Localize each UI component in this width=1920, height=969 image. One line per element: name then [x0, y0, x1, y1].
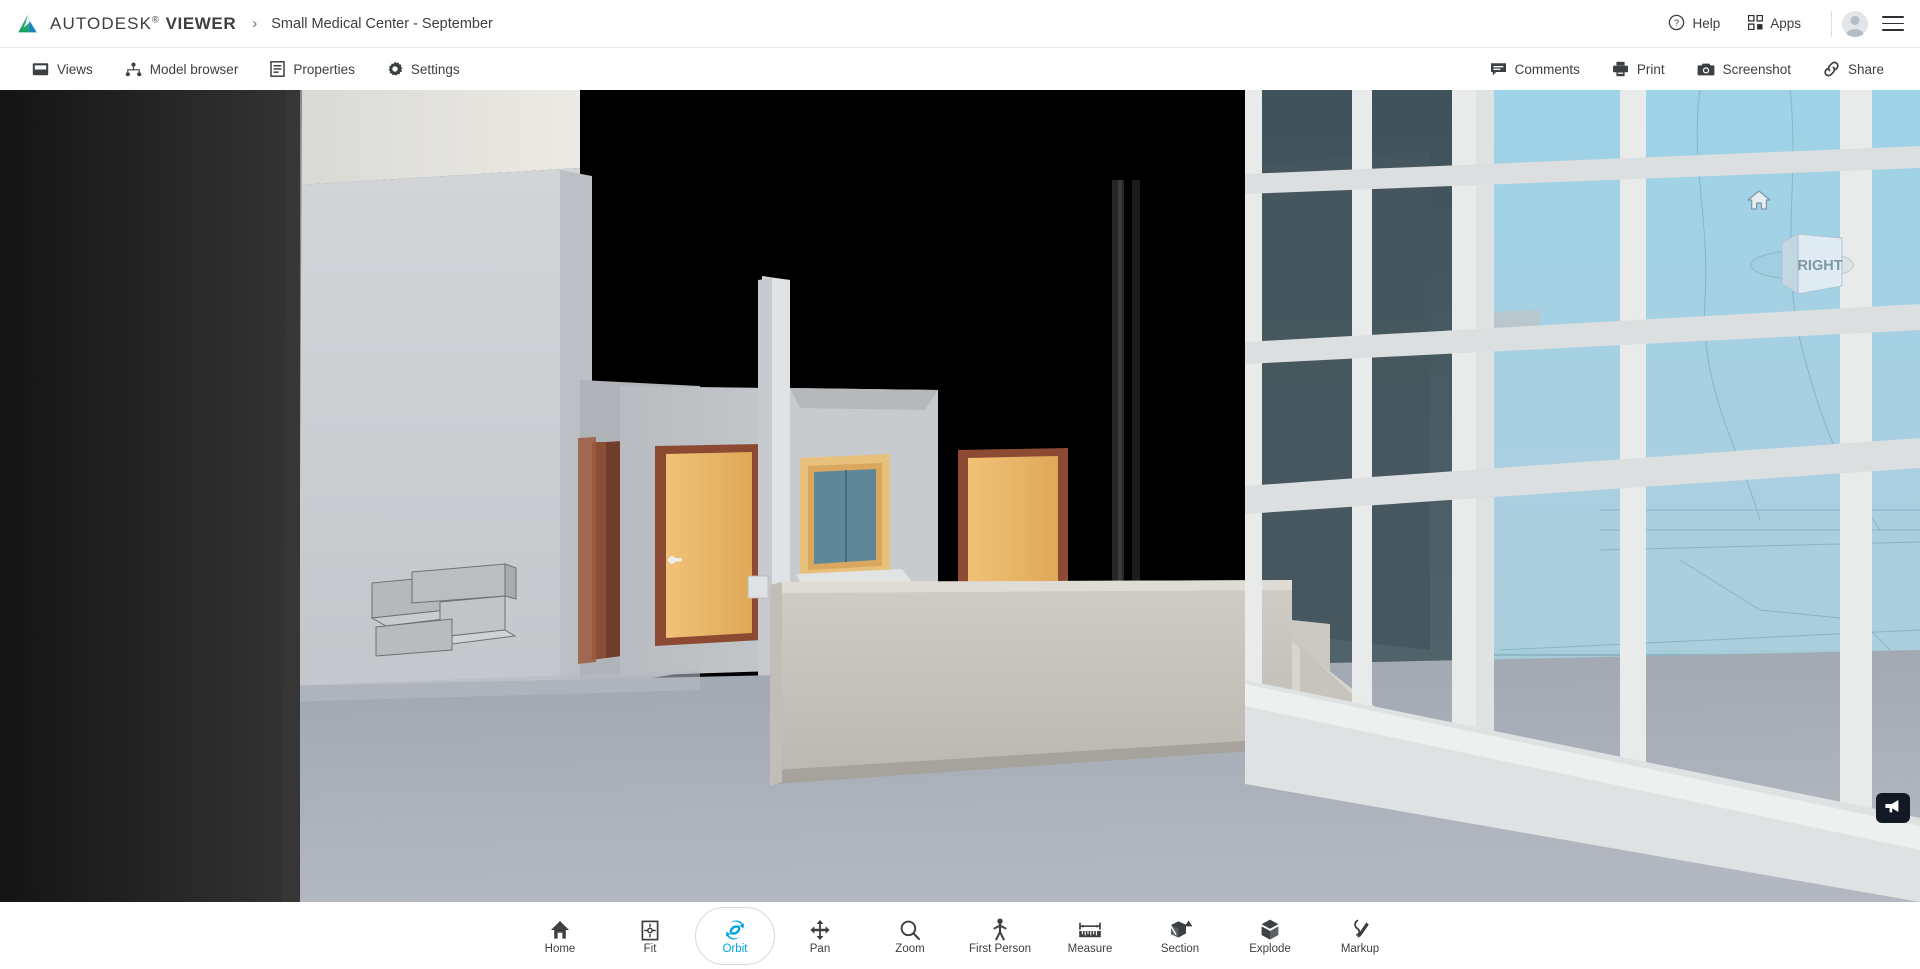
model-viewport-canvas[interactable]: RIGHT	[0, 90, 1920, 902]
tool-fit[interactable]: Fit	[605, 907, 695, 965]
toolbar-item-print[interactable]: Print	[1596, 48, 1681, 90]
toolbar-label-views: Views	[57, 61, 93, 77]
brand-viewer: VIEWER	[165, 13, 237, 33]
viewcube-right-face[interactable]: RIGHT	[1772, 228, 1848, 305]
breadcrumb-chevron-icon: ›	[252, 15, 258, 32]
fit-to-view-icon	[640, 915, 660, 941]
view-cube-widget[interactable]: RIGHT	[1736, 190, 1856, 318]
toolbar-label-screenshot: Screenshot	[1722, 61, 1791, 77]
pencil-markup-icon	[1349, 915, 1371, 941]
magnifier-icon	[899, 915, 921, 941]
tool-orbit[interactable]: Orbit	[695, 906, 775, 965]
apps-button[interactable]: Apps	[1734, 0, 1815, 47]
brand-title: AUTODESK® VIEWER	[50, 14, 236, 34]
tool-label-orbit: Orbit	[722, 943, 748, 956]
tool-label-markup: Markup	[1340, 943, 1380, 956]
toolbar-label-print: Print	[1636, 61, 1665, 77]
megaphone-icon	[1884, 798, 1903, 819]
autodesk-logo-icon[interactable]	[14, 11, 40, 37]
tool-pan[interactable]: Pan	[775, 907, 865, 965]
tool-label-home: Home	[544, 943, 576, 956]
tool-first-person[interactable]: First Person	[955, 907, 1045, 965]
comment-bubble-icon	[1490, 62, 1507, 77]
toolbar-label-share: Share	[1847, 61, 1884, 77]
top-header: AUTODESK® VIEWER › Small Medical Center …	[0, 0, 1920, 48]
tool-label-section: Section	[1160, 943, 1200, 956]
toolbar-label-properties: Properties	[293, 61, 355, 77]
header-left: AUTODESK® VIEWER › Small Medical Center …	[0, 11, 493, 37]
explode-cube-icon	[1259, 915, 1281, 941]
user-avatar-icon[interactable]	[1842, 10, 1868, 37]
toolbar-label-settings: Settings	[410, 61, 460, 77]
ruler-icon	[1077, 915, 1103, 941]
help-label: Help	[1692, 16, 1721, 31]
main-toolbar-left: Views Model browser Properties Settings	[0, 48, 476, 90]
tool-zoom[interactable]: Zoom	[865, 907, 955, 965]
tool-label-zoom: Zoom	[895, 943, 925, 956]
orbit-icon	[724, 915, 746, 941]
model-render	[0, 90, 1920, 902]
brand-autodesk: AUTODESK	[50, 13, 153, 33]
toolbar-item-comments[interactable]: Comments	[1474, 48, 1596, 90]
tool-home[interactable]: Home	[515, 907, 605, 965]
brand-registered-mark: ®	[152, 13, 160, 24]
navigation-toolbar: Home Fit Orbit Pan Zoom First Person Mea…	[0, 902, 1920, 969]
toolbar-item-settings[interactable]: Settings	[371, 48, 476, 90]
model-tree-icon	[125, 62, 142, 77]
autodesk-viewer-app: AUTODESK® VIEWER › Small Medical Center …	[0, 0, 1920, 969]
apps-label: Apps	[1770, 16, 1801, 31]
navigation-tools-group: Home Fit Orbit Pan Zoom First Person Mea…	[515, 906, 1405, 965]
section-cube-icon	[1166, 915, 1194, 941]
toolbar-item-model-browser[interactable]: Model browser	[109, 48, 255, 90]
views-panel-icon	[32, 62, 49, 77]
header-right: ? Help Apps	[1654, 0, 1920, 47]
toolbar-label-model-browser: Model browser	[149, 61, 239, 77]
viewcube-home-icon[interactable]	[1746, 188, 1772, 217]
question-circle-icon: ?	[1668, 14, 1685, 34]
tool-section[interactable]: Section	[1135, 907, 1225, 965]
camera-icon	[1697, 62, 1715, 77]
pan-arrows-icon	[809, 915, 831, 941]
tool-label-pan: Pan	[809, 943, 831, 956]
properties-list-icon	[270, 61, 286, 77]
tool-measure[interactable]: Measure	[1045, 907, 1135, 965]
toolbar-item-properties[interactable]: Properties	[254, 48, 371, 90]
link-chain-icon	[1823, 61, 1840, 77]
tool-markup[interactable]: Markup	[1315, 907, 1405, 965]
viewcube-face-label: RIGHT	[1797, 258, 1842, 274]
toolbar-label-comments: Comments	[1514, 61, 1580, 77]
tool-label-fit: Fit	[643, 943, 657, 956]
home-icon	[549, 915, 571, 941]
printer-icon	[1612, 61, 1629, 77]
toolbar-item-share[interactable]: Share	[1807, 48, 1900, 90]
breadcrumb-document-title[interactable]: Small Medical Center - September	[271, 16, 493, 32]
header-divider	[1831, 10, 1832, 37]
tool-label-first-person: First Person	[969, 943, 1031, 956]
tool-explode[interactable]: Explode	[1225, 907, 1315, 965]
hamburger-menu-icon[interactable]	[1882, 15, 1904, 32]
gear-icon	[387, 61, 403, 77]
person-walk-icon	[991, 915, 1009, 941]
main-toolbar-right: Comments Print Screenshot Share	[1474, 48, 1920, 90]
grid-apps-icon	[1748, 14, 1764, 33]
announcements-button[interactable]	[1876, 793, 1910, 823]
svg-text:?: ?	[1674, 18, 1679, 29]
help-button[interactable]: ? Help	[1654, 0, 1734, 47]
toolbar-item-screenshot[interactable]: Screenshot	[1681, 48, 1807, 90]
tool-label-explode: Explode	[1249, 943, 1291, 956]
toolbar-item-views[interactable]: Views	[16, 48, 109, 90]
tool-label-measure: Measure	[1067, 943, 1113, 956]
main-toolbar: Views Model browser Properties Settings …	[0, 48, 1920, 90]
